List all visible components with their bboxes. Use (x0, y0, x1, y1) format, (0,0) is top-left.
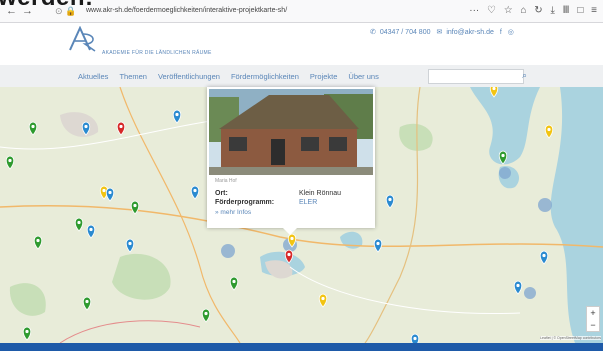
zoom-out-button[interactable]: − (587, 319, 599, 331)
browser-toolbar-icons[interactable]: ··· ♡ ☆ ⌂ ↻ ⤓ Ⅲ □ ≡ (469, 4, 597, 18)
blue-map-marker-icon[interactable] (513, 280, 523, 295)
menu-item-themen[interactable]: Themen (119, 72, 147, 81)
menu-item-foerdermoeglichkeiten[interactable]: Fördermöglichkeiten (231, 72, 299, 81)
green-map-marker-icon[interactable] (82, 296, 92, 311)
ort-value: Klein Rönnau (299, 190, 342, 197)
yellow-map-marker-icon[interactable] (287, 233, 297, 248)
green-map-marker-icon[interactable] (229, 276, 239, 291)
email-link[interactable]: info@akr-sh.de (446, 29, 494, 36)
zoom-in-button[interactable]: + (587, 307, 599, 319)
blue-map-marker-icon[interactable] (373, 238, 383, 253)
phone-number[interactable]: 04347 / 704 800 (380, 29, 431, 36)
contact-info: ✆ 04347 / 704 800 ✉ info@akr-sh.de f ◎ (370, 28, 518, 36)
email-icon: ✉ (436, 29, 443, 36)
akr-logo-icon[interactable] (68, 26, 98, 52)
blue-map-marker-icon[interactable] (81, 121, 91, 136)
green-map-marker-icon[interactable] (498, 150, 508, 165)
green-map-marker-icon[interactable] (33, 235, 43, 250)
yellow-map-marker-icon[interactable] (544, 124, 554, 139)
overlay-title: werden: (0, 0, 94, 12)
popup-pointer (283, 228, 297, 235)
more-info-link[interactable]: » mehr Infos (215, 209, 251, 216)
yellow-map-marker-icon[interactable] (318, 293, 328, 308)
project-popup: Maria Hof Ort: Klein Rönnau Förderprogram… (207, 87, 375, 228)
instagram-icon[interactable]: ◎ (508, 29, 514, 36)
green-map-marker-icon[interactable] (28, 121, 38, 136)
search-input[interactable] (428, 69, 524, 84)
blue-map-marker-icon[interactable] (125, 238, 135, 253)
blue-map-marker-icon[interactable] (172, 109, 182, 124)
project-photo (209, 89, 373, 175)
logo-text: AKADEMIE FÜR DIE LÄNDLICHEN RÄUME (102, 50, 212, 56)
blue-map-marker-icon[interactable] (86, 224, 96, 239)
url-field[interactable]: www.akr-sh.de/foerdermoeglichkeiten/inte… (86, 4, 306, 18)
yellow-map-marker-icon[interactable] (489, 87, 499, 98)
ort-row: Ort: Klein Rönnau (215, 190, 341, 197)
ort-label: Ort: (215, 190, 228, 197)
green-map-marker-icon[interactable] (201, 308, 211, 323)
red-map-marker-icon[interactable] (284, 249, 294, 264)
foerderprogramm-value[interactable]: ELER (299, 199, 317, 206)
blue-map-marker-icon[interactable] (539, 250, 549, 265)
green-map-marker-icon[interactable] (5, 155, 15, 170)
menu-item-veroeffentlichungen[interactable]: Veröffentlichungen (158, 72, 220, 81)
menu-item-ueber-uns[interactable]: Über uns (348, 72, 378, 81)
phone-icon: ✆ (370, 29, 376, 36)
green-map-marker-icon[interactable] (22, 326, 32, 341)
menu-item-aktuelles[interactable]: Aktuelles (78, 72, 108, 81)
blue-map-marker-icon[interactable] (410, 333, 420, 343)
footer-strip (0, 343, 603, 351)
green-map-marker-icon[interactable] (74, 217, 84, 232)
blue-map-marker-icon[interactable] (105, 187, 115, 202)
map-attribution: Leaflet | © OpenStreetMap contributors (540, 336, 601, 340)
zoom-control: + − (586, 306, 600, 332)
green-map-marker-icon[interactable] (130, 200, 140, 215)
search-icon[interactable]: ⌕ (522, 69, 527, 81)
red-map-marker-icon[interactable] (116, 121, 126, 136)
menu-item-projekte[interactable]: Projekte (310, 72, 338, 81)
blue-map-marker-icon[interactable] (190, 185, 200, 200)
facebook-icon[interactable]: f (500, 29, 502, 36)
blue-map-marker-icon[interactable] (385, 194, 395, 209)
foerderprogramm-label: Förderprogramm: (215, 199, 275, 206)
foerderprogramm-row: Förderprogramm: ELER (215, 199, 317, 206)
photo-caption: Maria Hof (215, 178, 237, 184)
